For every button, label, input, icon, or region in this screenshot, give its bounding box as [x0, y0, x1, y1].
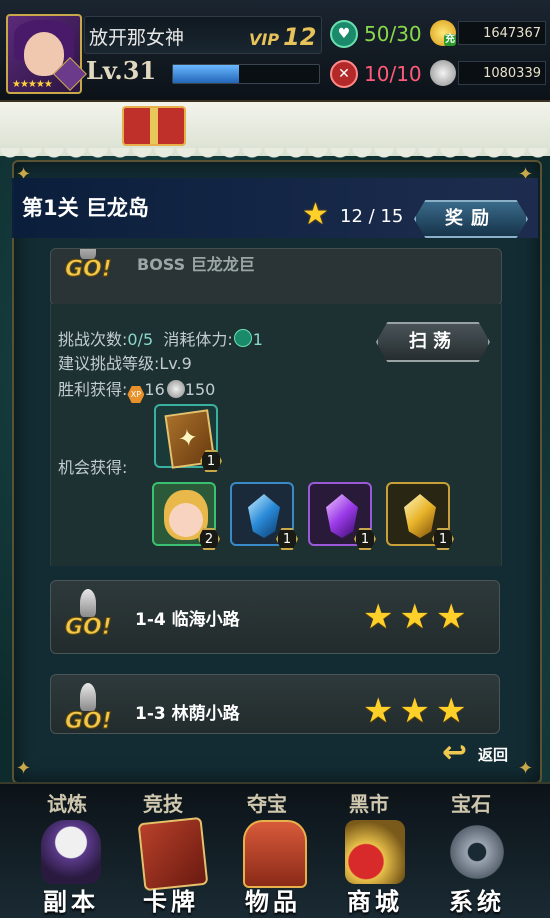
- top-menu-item[interactable]: 宝石: [436, 788, 506, 817]
- stage-id: 1-3: [135, 704, 166, 724]
- menu-label: 系统: [449, 888, 505, 916]
- gold-value: 1647367: [458, 21, 546, 45]
- stage-stars: ★★★: [363, 691, 473, 731]
- gold-gem-icon: [404, 494, 436, 538]
- stage-title: 第1关 巨龙岛: [22, 196, 149, 220]
- top-menu-item[interactable]: 试炼: [32, 788, 102, 817]
- go-label: GO!: [65, 615, 113, 641]
- go-label: GO!: [65, 709, 113, 734]
- charge-label[interactable]: 充: [444, 34, 456, 46]
- corner-ornament-icon: ✦: [16, 758, 32, 779]
- menu-label: 卡牌: [143, 888, 199, 916]
- vip-badge[interactable]: VIP 12: [249, 23, 316, 51]
- stamina-value: 50/30: [364, 22, 422, 46]
- pawn-icon: [80, 683, 96, 711]
- stage-label: 林荫小路: [171, 704, 240, 724]
- silver-value: 1080339: [458, 61, 546, 85]
- drop-elf-hero[interactable]: 2: [152, 482, 220, 550]
- suggested-level: 建议挑战等级:Lv.9: [58, 354, 192, 373]
- menu-shop[interactable]: 商城: [330, 820, 420, 916]
- stage-label: 临海小路: [171, 610, 240, 630]
- cards-icon: [137, 816, 209, 892]
- player-name: 放开那女神: [89, 27, 185, 49]
- top-menu-item[interactable]: 夺宝: [232, 788, 302, 817]
- gear-icon: [447, 820, 507, 884]
- boss-stage-name: BOSS 巨龙龙巨: [137, 255, 255, 274]
- drop-card-pack[interactable]: 1: [154, 404, 222, 472]
- stage-row-1-3[interactable]: GO! 1-3 林荫小路 ★★★: [50, 674, 500, 734]
- sweep-button[interactable]: 扫荡: [376, 322, 490, 362]
- challenge-info: 挑战次数:0/5 消耗体力: 1: [58, 326, 263, 350]
- stamina-cost-value: 1: [252, 330, 263, 349]
- exp-bar: [172, 64, 320, 84]
- silver-reward-value: 150: [184, 380, 216, 399]
- chest-icon: [243, 820, 307, 888]
- snow-banner-decoration: [0, 102, 550, 162]
- shop-icon: [345, 820, 405, 884]
- boss-stage-row[interactable]: GO! BOSS 巨龙龙巨: [50, 248, 502, 306]
- stage-id: 1-4: [135, 610, 166, 630]
- menu-label: 商城: [347, 888, 403, 916]
- stage-name: 1-4 临海小路: [135, 605, 240, 630]
- knight-icon: [41, 820, 101, 884]
- gold-coin-icon[interactable]: 充: [430, 20, 456, 46]
- stage-row-1-4[interactable]: GO! 1-4 临海小路 ★★★: [50, 580, 500, 654]
- vip-level: 12: [283, 23, 317, 51]
- challenge-label: 挑战次数:: [58, 330, 128, 349]
- go-marker: GO!: [65, 249, 113, 287]
- menu-system[interactable]: 系统: [432, 820, 522, 916]
- star-count: 12 / 15: [340, 206, 404, 227]
- pvp-energy-icon[interactable]: ✕: [330, 60, 358, 88]
- drop-blue-gem[interactable]: 1: [230, 482, 298, 550]
- player-level: Lv.31: [86, 56, 157, 85]
- stamina-icon[interactable]: ♥: [330, 20, 358, 48]
- stamina-cost-label: 消耗体力:: [163, 330, 233, 349]
- go-marker: GO!: [65, 683, 113, 734]
- reward-button[interactable]: 奖励: [414, 200, 528, 238]
- drop-purple-gem[interactable]: 1: [308, 482, 376, 550]
- challenge-value: 0/5: [127, 330, 154, 349]
- menu-label: 物品: [245, 888, 301, 916]
- stamina-small-icon: [233, 329, 252, 347]
- silver-coin-icon: [430, 60, 456, 86]
- xp-value: 16: [144, 380, 165, 399]
- go-label: GO!: [65, 257, 113, 283]
- back-button[interactable]: ↩ 返回: [442, 738, 522, 768]
- drop-gold-gem[interactable]: 1: [386, 482, 454, 550]
- silver-small-icon: [166, 380, 185, 398]
- menu-cards[interactable]: 卡牌: [126, 816, 216, 916]
- xp-icon: XP: [127, 386, 145, 403]
- menu-items[interactable]: 物品: [228, 820, 318, 916]
- player-name-box: 放开那女神 VIP 12: [84, 16, 322, 54]
- victory-label: 胜利获得:: [58, 380, 128, 399]
- menu-dungeon[interactable]: 副本: [26, 820, 116, 916]
- blue-gem-icon: [248, 494, 280, 538]
- gift-box-icon: [122, 106, 186, 146]
- star-icon: ★: [302, 197, 329, 232]
- go-marker: GO!: [65, 589, 113, 645]
- purple-gem-icon: [326, 494, 358, 538]
- avatar-stars: ★★★★★: [12, 79, 53, 90]
- top-menu-item[interactable]: 黑市: [334, 788, 404, 817]
- exp-fill: [173, 65, 239, 83]
- top-menu-item[interactable]: 竞技: [128, 788, 198, 817]
- chance-label: 机会获得:: [58, 458, 128, 477]
- stage-name: 1-3 林荫小路: [135, 699, 240, 724]
- pvp-energy-value: 10/10: [364, 62, 422, 86]
- back-label: 返回: [478, 746, 509, 764]
- vip-label: VIP: [249, 30, 280, 49]
- victory-rewards: 胜利获得: XP 16 150: [58, 376, 215, 403]
- back-arrow-icon: ↩: [442, 735, 468, 770]
- menu-label: 副本: [43, 888, 99, 916]
- stage-stars: ★★★: [363, 597, 473, 637]
- pawn-icon: [80, 589, 96, 617]
